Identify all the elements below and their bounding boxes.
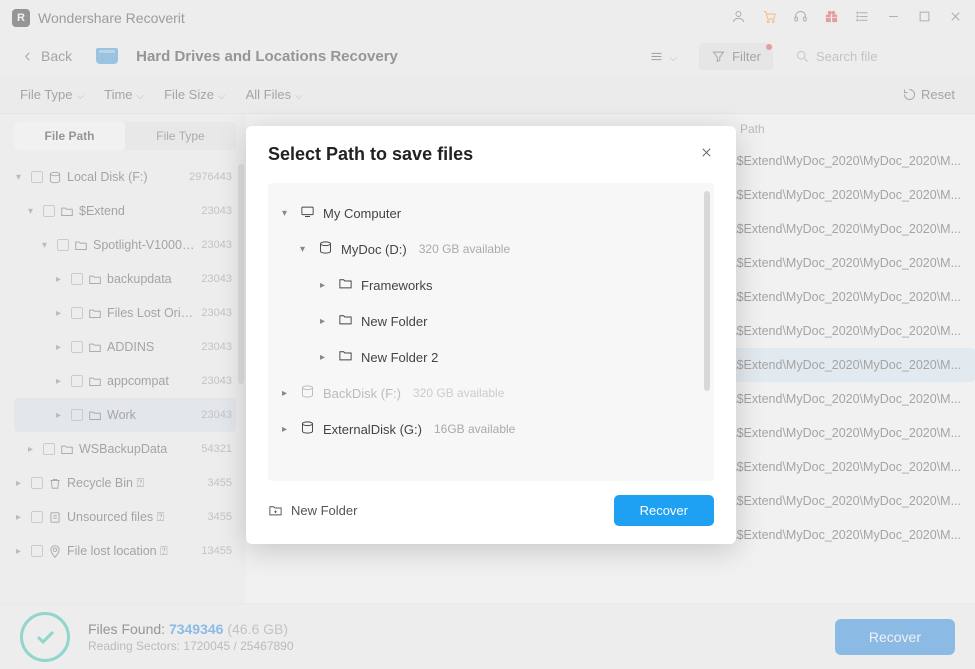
path-item: ▸ BackDisk (F:) 320 GB available bbox=[276, 375, 706, 411]
folder-icon bbox=[338, 312, 353, 330]
path-item[interactable]: ▾ My Computer bbox=[276, 195, 706, 231]
path-item-label: New Folder 2 bbox=[361, 350, 438, 365]
chevron-icon[interactable]: ▸ bbox=[320, 352, 330, 363]
path-item-hint: 16GB available bbox=[434, 422, 515, 436]
disk-icon bbox=[300, 420, 315, 438]
path-item-hint: 320 GB available bbox=[419, 242, 510, 256]
path-item-label: New Folder bbox=[361, 314, 427, 329]
path-item-label: BackDisk (F:) bbox=[323, 386, 401, 401]
path-item[interactable]: ▸ New Folder 2 bbox=[276, 339, 706, 375]
path-item-label: ExternalDisk (G:) bbox=[323, 422, 422, 437]
modal-recover-button[interactable]: Recover bbox=[614, 495, 714, 526]
modal-scrollbar[interactable] bbox=[704, 191, 710, 391]
path-item-label: MyDoc (D:) bbox=[341, 242, 407, 257]
path-item-hint: 320 GB available bbox=[413, 386, 504, 400]
path-item-label: My Computer bbox=[323, 206, 401, 221]
chevron-icon[interactable]: ▾ bbox=[300, 244, 310, 255]
folder-icon bbox=[338, 276, 353, 294]
new-folder-label: New Folder bbox=[291, 503, 357, 518]
modal-title: Select Path to save files bbox=[268, 144, 473, 165]
new-folder-icon bbox=[268, 503, 283, 518]
close-icon bbox=[699, 145, 714, 160]
computer-icon bbox=[300, 204, 315, 222]
new-folder-button[interactable]: New Folder bbox=[268, 503, 357, 518]
disk-icon bbox=[300, 384, 315, 402]
chevron-icon[interactable]: ▸ bbox=[282, 388, 292, 399]
chevron-icon[interactable]: ▸ bbox=[282, 424, 292, 435]
path-item[interactable]: ▾ MyDoc (D:) 320 GB available bbox=[276, 231, 706, 267]
chevron-icon[interactable]: ▸ bbox=[320, 316, 330, 327]
chevron-icon[interactable]: ▸ bbox=[320, 280, 330, 291]
path-item[interactable]: ▸ New Folder bbox=[276, 303, 706, 339]
path-item[interactable]: ▸ Frameworks bbox=[276, 267, 706, 303]
folder-icon bbox=[338, 348, 353, 366]
path-item[interactable]: ▸ ExternalDisk (G:) 16GB available bbox=[276, 411, 706, 447]
disk-icon bbox=[318, 240, 333, 258]
save-path-modal: Select Path to save files ▾ My Computer ▾ M… bbox=[246, 126, 736, 544]
chevron-icon[interactable]: ▾ bbox=[282, 208, 292, 219]
path-item-label: Frameworks bbox=[361, 278, 433, 293]
modal-close-button[interactable] bbox=[699, 145, 714, 165]
